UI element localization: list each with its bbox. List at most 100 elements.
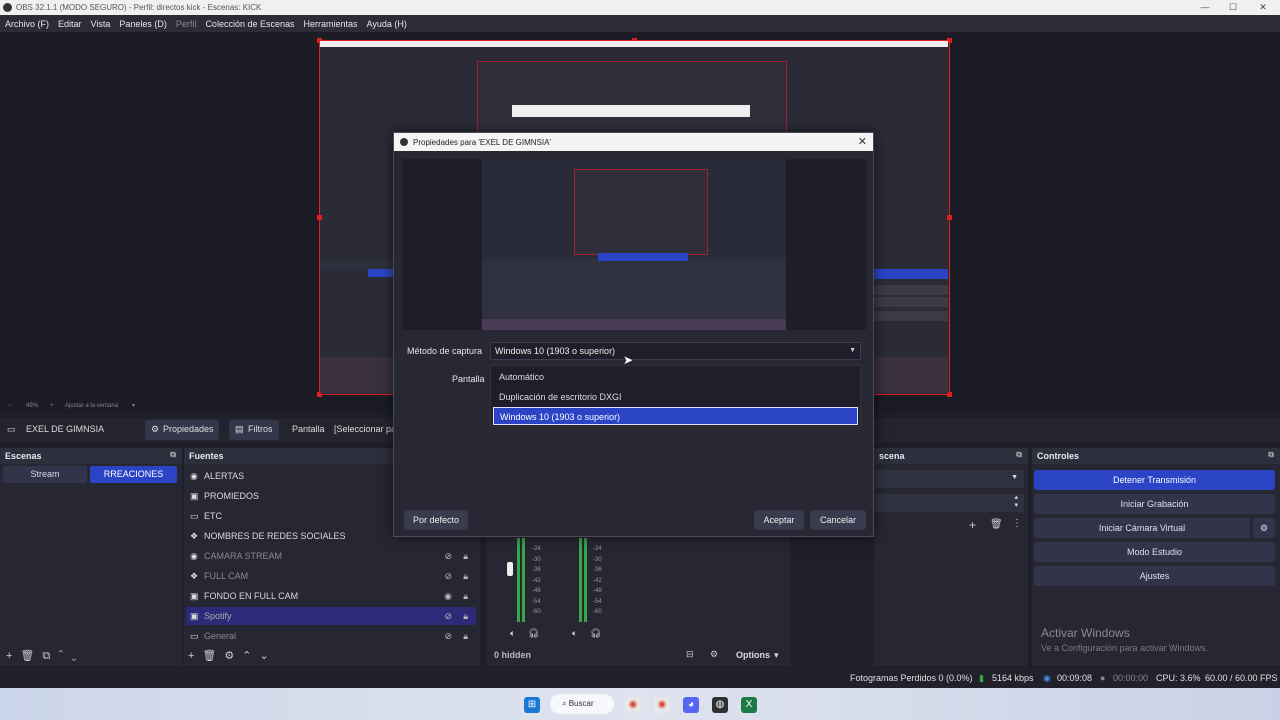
source-row-selected[interactable]: ▣ Spotify ⊘ 🔒︎ <box>186 607 476 625</box>
menu-editar[interactable]: Editar <box>58 19 82 29</box>
eye-icon[interactable]: ◉ <box>444 587 452 605</box>
cancel-button[interactable]: Cancelar <box>810 510 866 530</box>
nested-control-button <box>872 297 948 307</box>
record-time: 00:00:00 <box>1113 673 1149 683</box>
virtual-camera-button[interactable]: Iniciar Cámara Virtual <box>1034 518 1250 538</box>
chrome-icon[interactable]: ◉ <box>654 697 670 713</box>
record-icon: ● <box>1100 673 1106 683</box>
volume-slider[interactable] <box>507 562 513 576</box>
delete-transition-icon[interactable]: 🗑︎ <box>990 519 1003 530</box>
nested-dialog-title <box>512 105 750 117</box>
add-transition-icon[interactable]: + <box>969 518 976 532</box>
undock-icon[interactable]: ⧉ <box>1016 450 1022 460</box>
menu-herramientas[interactable]: Herramientas <box>304 19 358 29</box>
speaker-icon[interactable]: 🔈︎ <box>510 628 515 639</box>
zoom-in-icon[interactable]: + <box>50 403 54 409</box>
mixer-settings-icon[interactable]: ⚙ <box>710 649 718 660</box>
excel-icon[interactable]: X <box>741 697 757 713</box>
obs-logo-icon <box>3 3 12 12</box>
nested-control-button <box>872 285 948 295</box>
obs-icon[interactable]: ◍ <box>712 697 728 713</box>
source-row[interactable]: ◉ CAMARA STREAM ⊘ 🔒︎ <box>186 547 476 565</box>
settings-button[interactable]: Ajustes <box>1034 566 1275 586</box>
option-automatico[interactable]: Automático <box>493 368 858 386</box>
more-icon[interactable]: ⋮ <box>1012 518 1022 529</box>
hidden-eye-icon[interactable]: ⊘ <box>444 547 452 565</box>
zoom-fit[interactable]: Ajustar a la ventana <box>65 403 118 409</box>
transition-select[interactable]: ▼ <box>874 470 1024 488</box>
zoom-out-icon[interactable]: − <box>8 403 12 409</box>
lock-icon[interactable]: 🔒︎ <box>463 567 468 585</box>
zoom-level: 49% <box>26 403 39 409</box>
stop-stream-button[interactable]: Detener Transmisión <box>1034 470 1275 490</box>
filters-label: Filtros <box>248 424 273 434</box>
lock-icon[interactable]: 🔒︎ <box>463 607 468 625</box>
layout-icon[interactable]: ⊟ <box>686 649 694 660</box>
source-row[interactable]: ❖ FULL CAM ⊘ 🔒︎ <box>186 567 476 585</box>
resize-handle[interactable] <box>317 215 322 220</box>
headphones-icon[interactable]: 🎧︎ <box>528 628 539 639</box>
camera-icon: ◉ <box>190 551 198 561</box>
headphones-icon[interactable]: 🎧︎ <box>590 628 601 639</box>
spin-icon[interactable]: ▴ ▾ <box>1014 494 1018 510</box>
minimize-icon[interactable]: — <box>1190 0 1220 15</box>
undock-icon[interactable]: ⧉ <box>170 450 176 460</box>
close-window-icon[interactable]: ✕ <box>1248 0 1278 15</box>
menu-ayuda[interactable]: Ayuda (H) <box>367 19 407 29</box>
display-select[interactable]: [Seleccionar pa <box>334 424 396 434</box>
virtual-camera-settings-icon[interactable]: ⚙ <box>1253 518 1275 538</box>
lock-icon[interactable]: 🔒︎ <box>463 587 468 605</box>
start-recording-button[interactable]: Iniciar Grabación <box>1034 494 1275 514</box>
search-icon: ⌕ <box>562 699 569 708</box>
filter-icon: ▤ <box>235 424 244 434</box>
capture-nested <box>574 169 708 255</box>
taskbar-search[interactable]: ⌕ Buscar <box>550 694 614 714</box>
close-icon[interactable]: ✕ <box>858 135 867 148</box>
gear-icon: ⚙ <box>151 424 160 434</box>
defaults-button[interactable]: Por defecto <box>404 510 468 530</box>
start-icon[interactable]: ⊞ <box>524 697 540 713</box>
capture-method-label: Método de captura <box>407 346 483 356</box>
menu-coleccion[interactable]: Colección de Escenas <box>205 19 294 29</box>
scenes-footer-icons[interactable]: +🗑︎⧉⌃⌄ <box>6 649 85 663</box>
volume-meter <box>517 538 520 622</box>
capture-method-dropdown: Automático Duplicación de escritorio DXG… <box>490 365 861 427</box>
studio-mode-button[interactable]: Modo Estudio <box>1034 542 1275 562</box>
option-dxgi[interactable]: Duplicación de escritorio DXGI <box>493 388 858 406</box>
display-label: Pantalla <box>292 424 325 434</box>
undock-icon[interactable]: ⧉ <box>1268 450 1274 460</box>
options-dropdown-icon[interactable]: ▾ <box>774 650 779 661</box>
hidden-eye-icon[interactable]: ⊘ <box>444 567 452 585</box>
menu-archivo[interactable]: Archivo (F) <box>5 19 49 29</box>
discord-icon[interactable]: ◕ <box>683 697 699 713</box>
lock-icon[interactable]: 🔒︎ <box>463 627 468 645</box>
dropdown-icon: ▼ <box>849 347 856 354</box>
hidden-eye-icon[interactable]: ⊘ <box>444 607 452 625</box>
menu-vista[interactable]: Vista <box>91 19 111 29</box>
controls-header: Controles ⧉ <box>1032 448 1280 464</box>
lock-icon[interactable]: 🔒︎ <box>463 547 468 565</box>
speaker-icon[interactable]: 🔈︎ <box>572 628 577 639</box>
source-row[interactable]: ▣ FONDO EN FULL CAM ◉ 🔒︎ <box>186 587 476 605</box>
cpu-usage: CPU: 3.6% <box>1156 673 1201 683</box>
monitor-icon: ▭ <box>190 631 199 641</box>
scene-item-reacciones[interactable]: RREACIONES <box>90 466 177 483</box>
accept-button[interactable]: Aceptar <box>754 510 804 530</box>
resize-handle[interactable] <box>947 215 952 220</box>
options-button[interactable]: Options <box>736 650 770 660</box>
menu-paneles[interactable]: Paneles (D) <box>119 19 167 29</box>
hidden-eye-icon[interactable]: ⊘ <box>444 627 452 645</box>
capture-method-select[interactable]: Windows 10 (1903 o superior) ▼ <box>490 342 861 360</box>
maximize-icon[interactable]: ☐ <box>1218 0 1248 15</box>
menu-perfil[interactable]: Perfil <box>176 19 197 29</box>
option-windows10[interactable]: Windows 10 (1903 o superior) <box>493 407 858 425</box>
chrome-icon[interactable]: ◉ <box>625 697 641 713</box>
monitor-icon: ▭ <box>190 511 199 521</box>
zoom-dropdown-icon[interactable]: ▾ <box>132 402 135 409</box>
globe-icon: ◉ <box>190 471 198 481</box>
sources-footer-icons[interactable]: +🗑︎⚙⌃⌄ <box>188 649 277 662</box>
bitrate: 5164 kbps <box>992 673 1034 683</box>
source-row[interactable]: ▭ General ⊘ 🔒︎ <box>186 627 476 645</box>
scene-item-stream[interactable]: Stream <box>3 466 87 483</box>
duration-spinbox[interactable]: ▴ ▾ <box>874 494 1024 512</box>
